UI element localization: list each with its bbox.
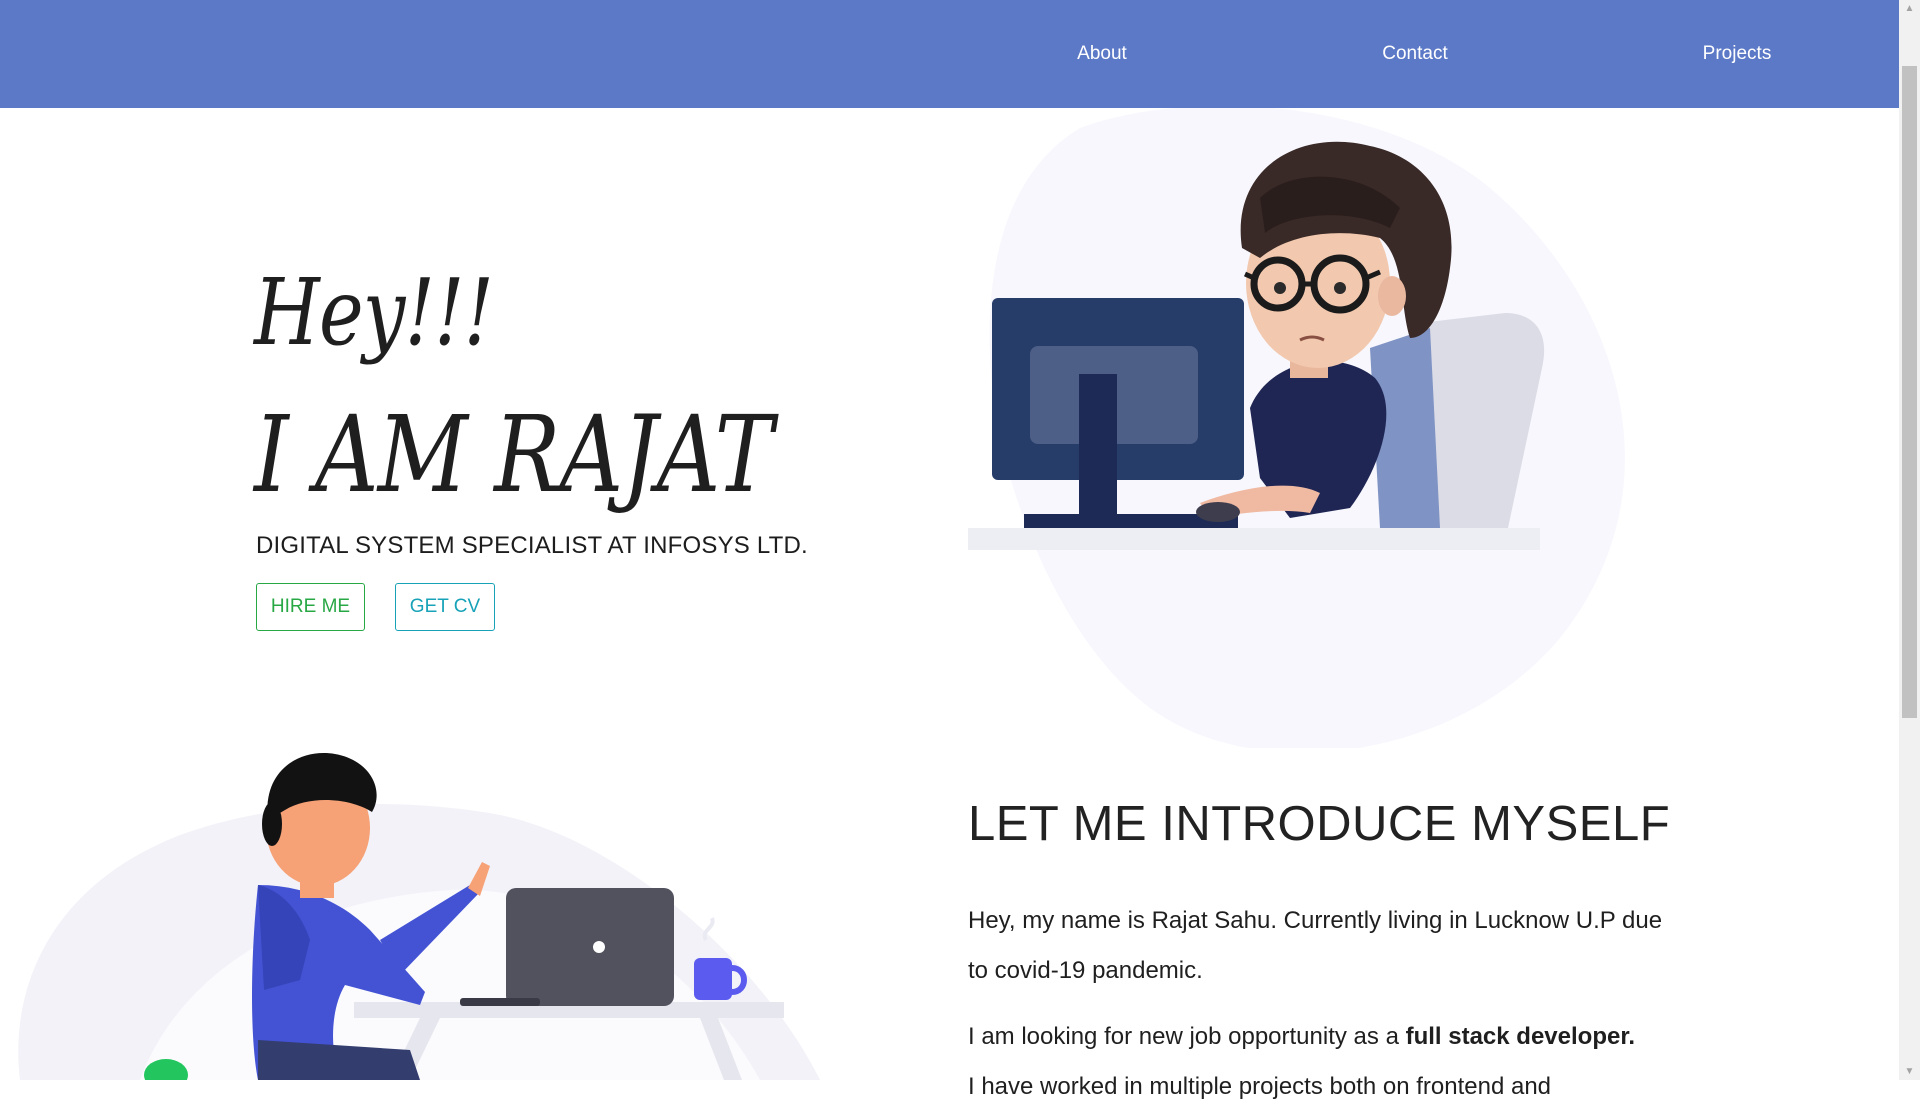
intro-paragraph-2-highlight: full stack developer. bbox=[1405, 1023, 1636, 1050]
hero-subtitle: DIGITAL SYSTEM SPECIALIST AT INFOSYS LTD… bbox=[256, 532, 808, 559]
intro-paragraph-3: I have worked in multiple projects both … bbox=[968, 1073, 1552, 1100]
scroll-down-arrow-icon[interactable]: ▼ bbox=[1899, 1063, 1920, 1080]
scroll-up-arrow-icon[interactable]: ▲ bbox=[1899, 0, 1920, 17]
intro-paragraph-2: I am looking for new job opportunity as … bbox=[968, 1012, 1708, 1062]
scrollbar-thumb[interactable] bbox=[1902, 66, 1917, 718]
intro-paragraph-1: Hey, my name is Rajat Sahu. Currently li… bbox=[968, 907, 1663, 984]
nav-link-contact[interactable]: Contact bbox=[1382, 0, 1447, 108]
nav-link-projects[interactable]: Projects bbox=[1703, 0, 1772, 108]
hire-me-button[interactable]: HIRE ME bbox=[256, 583, 365, 631]
intro-paragraph-2-text: I am looking for new job opportunity as … bbox=[968, 1023, 1406, 1050]
developer-illustration bbox=[968, 108, 1625, 748]
hero-greeting: Hey!!! bbox=[254, 259, 494, 366]
nav-link-about[interactable]: About bbox=[1077, 0, 1127, 108]
page-scrollbar[interactable]: ▲ ▼ bbox=[1899, 0, 1920, 1080]
laptop-user-illustration bbox=[18, 753, 820, 1080]
get-cv-button[interactable]: GET CV bbox=[395, 583, 495, 631]
hero-name: I AM RAJAT bbox=[254, 393, 773, 516]
top-navbar: About Contact Projects bbox=[0, 0, 1899, 108]
intro-heading: LET ME INTRODUCE MYSELF bbox=[968, 797, 1671, 851]
